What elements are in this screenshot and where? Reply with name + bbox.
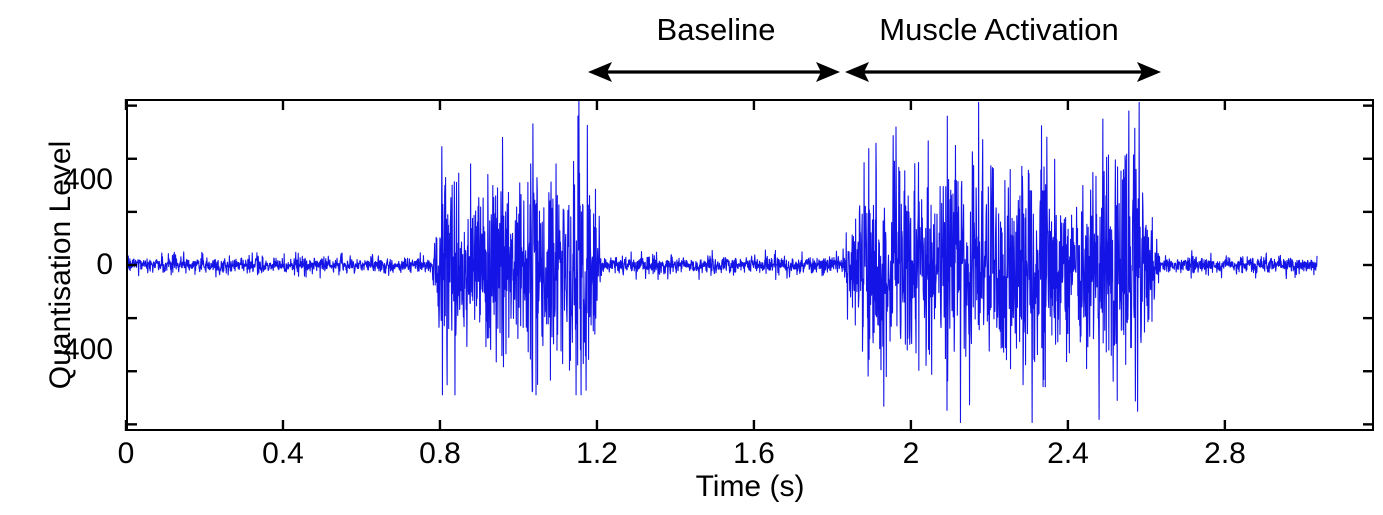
y-axis-title: Quantisation Level [44,140,77,390]
emg-signal-figure: Baseline Muscle Activation 400 0 -400 0 … [0,0,1383,515]
xtick-label-0-4: 0.4 [262,437,304,470]
muscle-activation-span-arrow-icon [845,62,1161,82]
y-axis-title-wrap: Quantisation Level [14,99,77,431]
xtick-label-1-6: 1.6 [733,437,775,470]
xtick-label-1-2: 1.2 [576,437,618,470]
xtick-label-0: 0 [117,437,135,470]
annotation-label-baseline: Baseline [656,12,776,47]
x-axis-title: Time (s) [695,470,805,503]
plot-area [126,99,1374,431]
xtick-label-2-8: 2.8 [1204,437,1246,470]
emg-waveform [128,101,1372,429]
annotation-label-muscle-activation: Muscle Activation [879,12,1119,47]
xtick-label-0-8: 0.8 [419,437,461,470]
xtick-label-2: 2 [902,437,920,470]
baseline-span-arrow-icon [588,62,840,82]
xtick-label-2-4: 2.4 [1047,437,1089,470]
